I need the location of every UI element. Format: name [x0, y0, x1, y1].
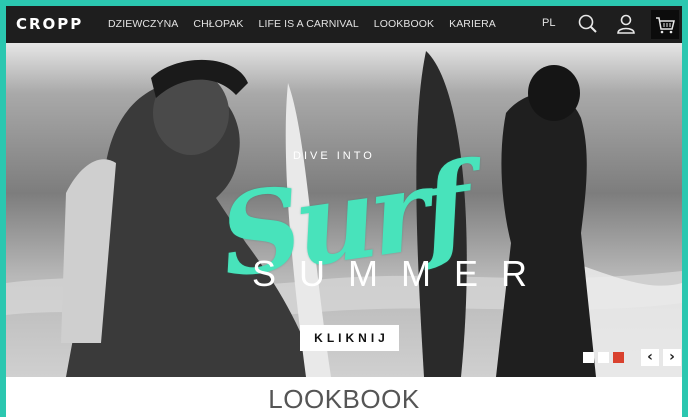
- menu-item-life-is-a-carnival[interactable]: LIFE IS A CARNIVAL: [259, 18, 359, 30]
- hero-cta-button[interactable]: KLIKNIJ: [300, 325, 399, 351]
- cart-icon: [656, 17, 675, 34]
- menu-item-chlopak[interactable]: CHŁOPAK: [193, 18, 243, 30]
- hero-line-summer: SUMMER: [252, 253, 550, 294]
- language-switcher[interactable]: PL: [542, 17, 555, 29]
- section-title-lookbook: LOOKBOOK: [268, 384, 420, 414]
- user-icon[interactable]: [614, 12, 638, 36]
- slider-prev-button[interactable]: ‹: [641, 349, 659, 366]
- main-menu: DZIEWCZYNA CHŁOPAK LIFE IS A CARNIVAL LO…: [108, 18, 496, 30]
- top-nav: CROPP DZIEWCZYNA CHŁOPAK LIFE IS A CARNI…: [6, 6, 682, 43]
- slider-dots: [583, 352, 624, 363]
- slide-dot-2[interactable]: [598, 352, 609, 363]
- menu-item-kariera[interactable]: KARIERA: [449, 18, 496, 30]
- slide-dot-1[interactable]: [583, 352, 594, 363]
- brand-logo[interactable]: CROPP: [16, 15, 83, 33]
- slider-next-button[interactable]: ›: [663, 349, 681, 366]
- page: CROPP DZIEWCZYNA CHŁOPAK LIFE IS A CARNI…: [6, 6, 682, 417]
- menu-item-dziewczyna[interactable]: DZIEWCZYNA: [108, 18, 178, 30]
- menu-item-lookbook[interactable]: LOOKBOOK: [374, 18, 434, 30]
- cart-button[interactable]: [651, 10, 679, 39]
- search-icon[interactable]: [576, 12, 600, 36]
- hero-banner[interactable]: DIVE INTO Surf SUMMER KLIKNIJ ‹ ›: [6, 43, 682, 377]
- slide-dot-3[interactable]: [613, 352, 624, 363]
